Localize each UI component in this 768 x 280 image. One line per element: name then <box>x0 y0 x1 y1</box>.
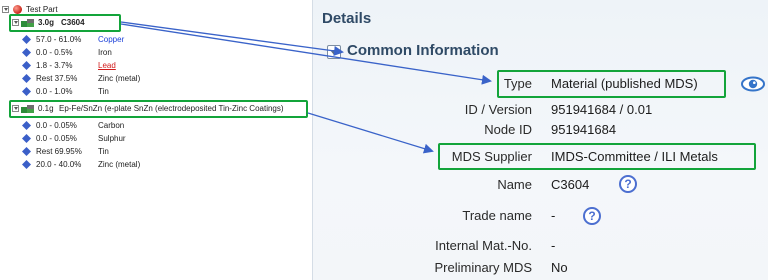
field-label-internal-mat-no: Internal Mat.-No. <box>435 238 532 253</box>
substance-icon <box>22 121 31 130</box>
substance-icon <box>22 48 31 57</box>
eye-icon[interactable] <box>741 76 765 92</box>
collapse-icon[interactable] <box>327 45 341 59</box>
details-title: Details <box>322 10 372 27</box>
field-value-name: C3604 <box>551 177 590 192</box>
substance-range: 0.0 - 0.05% <box>36 121 77 130</box>
substance-range: 57.0 - 61.0% <box>36 35 82 44</box>
details-panel: Details Common Information Type Material… <box>312 0 768 280</box>
help-icon[interactable]: ? <box>583 207 601 225</box>
substance-range: 1.8 - 3.7% <box>36 61 73 70</box>
field-label-id-version: ID / Version <box>464 102 532 117</box>
substance-name: Tin <box>98 147 109 156</box>
substance-icon <box>22 35 31 44</box>
material-tree: Test Part 3.0g C3604 57.0 - 61.0% Copper… <box>0 0 312 280</box>
substance-icon <box>22 134 31 143</box>
triangle-down-icon[interactable] <box>2 6 9 13</box>
substance-name: Carbon <box>98 121 125 130</box>
substance-icon <box>22 61 31 70</box>
substance-range: Rest 37.5% <box>36 74 78 83</box>
highlight-box-mds-supplier <box>438 143 756 170</box>
substance-icon <box>22 160 31 169</box>
substance-range: 20.0 - 40.0% <box>36 160 82 169</box>
field-value-node-id: 951941684 <box>551 122 617 137</box>
field-label-trade-name: Trade name <box>462 208 532 223</box>
substance-name[interactable]: Lead <box>98 59 116 72</box>
substance-icon <box>22 74 31 83</box>
field-value-internal-mat-no: - <box>551 238 556 253</box>
help-icon[interactable]: ? <box>619 175 637 193</box>
part-icon <box>13 5 22 14</box>
substance-name: Zinc (metal) <box>98 74 141 83</box>
highlight-box-material-1 <box>9 14 121 32</box>
field-value-id-version: 951941684 / 0.01 <box>551 102 653 117</box>
highlight-box-material-2 <box>9 100 308 118</box>
section-title: Common Information <box>347 42 499 59</box>
highlight-box-type <box>497 70 726 98</box>
field-value-trade-name: - <box>551 208 556 223</box>
substance-name: Copper <box>98 35 125 44</box>
substance-icon <box>22 87 31 96</box>
substance-name: Sulphur <box>98 134 126 143</box>
substance-range: Rest 69.95% <box>36 147 82 156</box>
field-label-node-id: Node ID <box>484 122 532 137</box>
field-label-preliminary-mds: Preliminary MDS <box>434 260 532 275</box>
substance-name: Iron <box>98 48 112 57</box>
substance-range: 0.0 - 1.0% <box>36 87 73 96</box>
substance-icon <box>22 147 31 156</box>
field-label-name: Name <box>497 177 532 192</box>
field-value-preliminary-mds: No <box>551 260 568 275</box>
substance-range: 0.0 - 0.5% <box>36 48 73 57</box>
substance-range: 0.0 - 0.05% <box>36 134 77 143</box>
substance-name: Zinc (metal) <box>98 160 141 169</box>
substance-name: Tin <box>98 87 109 96</box>
